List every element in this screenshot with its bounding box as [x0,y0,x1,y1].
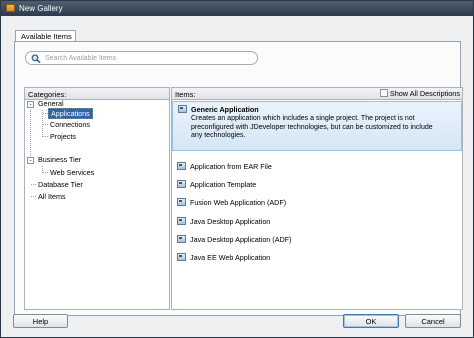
cancel-button[interactable]: Cancel [405,314,461,328]
tree-node-all-items[interactable]: All Items [36,192,68,201]
search-input[interactable] [45,53,250,63]
items-list[interactable]: Generic Application Creates an applicati… [171,99,463,310]
tree-node-projects[interactable]: Projects [48,132,78,141]
collapse-icon[interactable]: - [27,157,34,164]
app-icon [6,4,15,12]
items-header: Items: Show All Descriptions [171,87,463,99]
search-icon [31,54,41,63]
title-bar[interactable]: New Gallery [1,1,473,16]
application-icon [177,235,186,243]
tree-node-connections[interactable]: Connections [48,120,92,129]
ear-file-icon [177,162,186,170]
tree-node-label: All Items [38,192,66,201]
dialog-body: Available Items Categories: [2,16,472,337]
application-icon [177,217,186,225]
new-gallery-window: New Gallery Available Items Categories: [0,0,474,338]
item-name: Generic Application [191,105,259,114]
items-panel: Items: Show All Descriptions Generic App… [171,87,463,310]
ok-button[interactable]: OK [343,314,399,328]
search-box[interactable] [25,51,258,65]
tab-panel: Categories: -General Applications [14,41,463,316]
list-item-java-ee-web-application[interactable]: Java EE Web Application [172,251,462,265]
tree-node-label: Projects [50,132,76,141]
show-all-descriptions-label: Show All Descriptions [389,89,460,98]
list-item-application-template[interactable]: Application Template [172,178,462,192]
list-item-java-desktop-application[interactable]: Java Desktop Application [172,215,462,229]
tree-node-label: Applications [48,108,93,119]
tree-node-label: General [38,99,64,108]
checkbox-icon[interactable] [379,89,388,97]
tree-node-label: Database Tier [38,180,83,189]
tree-node-general[interactable]: - General [27,99,66,108]
list-item-application-from-ear[interactable]: Application from EAR File [172,160,462,174]
application-icon [177,198,186,206]
tree-node-applications[interactable]: Applications [48,108,93,119]
item-name: Java Desktop Application [190,217,271,226]
tree-node-label: Connections [50,120,90,129]
item-name: Application from EAR File [190,162,272,171]
application-icon [178,105,187,113]
tree-node-web-services[interactable]: Web Services [48,168,96,177]
item-name: Java Desktop Application (ADF) [190,235,292,244]
categories-header: Categories: [24,87,170,99]
tree-node-label: Business Tier [38,155,82,164]
help-button[interactable]: Help [13,314,68,328]
tree-node-business-tier[interactable]: - Business Tier [27,155,83,164]
list-item-fusion-web-application[interactable]: Fusion Web Application (ADF) [172,196,462,210]
item-name: Fusion Web Application (ADF) [190,198,287,207]
tree-node-database-tier[interactable]: Database Tier [36,180,85,189]
list-item-java-desktop-application-adf[interactable]: Java Desktop Application (ADF) [172,233,462,247]
application-icon [177,253,186,261]
categories-tree[interactable]: - General Applications Connections Projec… [24,99,170,310]
item-name: Java EE Web Application [190,253,271,262]
list-item-generic-application[interactable]: Generic Application Creates an applicati… [172,101,462,151]
item-name: Application Template [190,180,257,189]
item-description: Creates an application which includes a … [191,115,433,140]
items-header-label: Items: [175,90,196,99]
window-title: New Gallery [19,4,63,13]
show-all-descriptions-checkbox[interactable]: Show All Descriptions [379,89,460,98]
tree-node-label: Web Services [50,168,95,177]
collapse-icon[interactable]: - [27,101,34,108]
template-icon [177,180,186,188]
categories-panel: Categories: - General Applications Conne… [24,87,170,310]
